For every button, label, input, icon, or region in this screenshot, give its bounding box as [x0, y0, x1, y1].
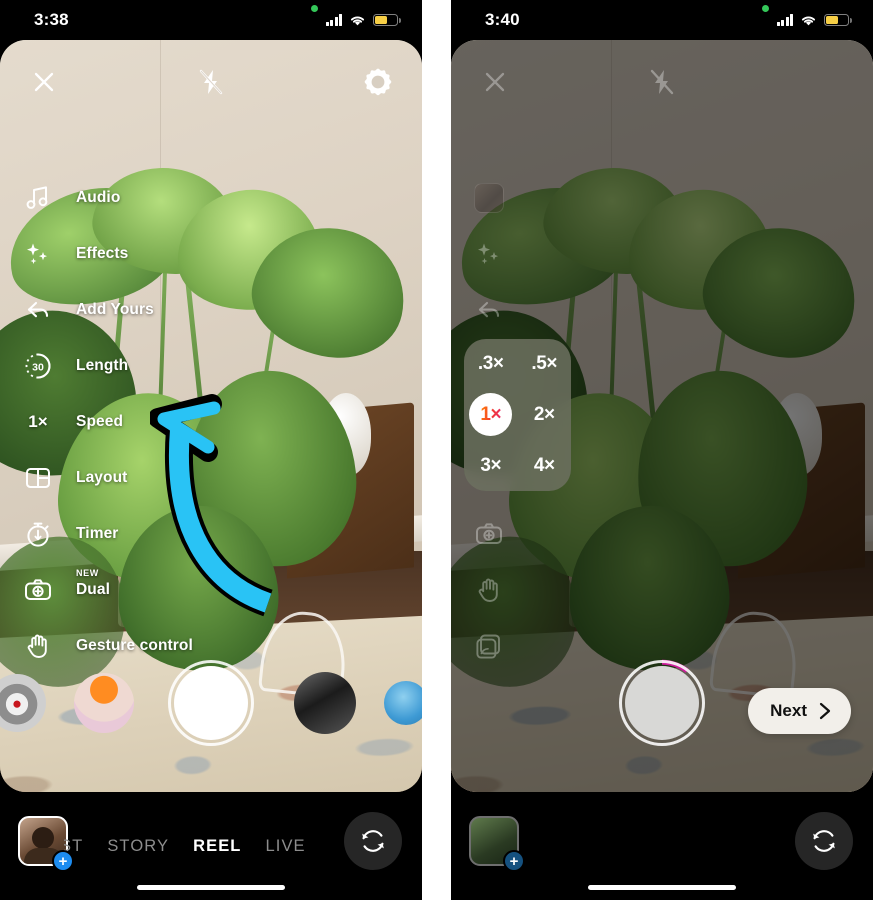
- wifi-icon: [801, 15, 816, 25]
- menu-item-audio[interactable]: [451, 170, 509, 226]
- home-indicator: [137, 884, 285, 890]
- menu-item-add-yours[interactable]: [451, 282, 509, 338]
- speed-option-4x[interactable]: 4×: [523, 444, 566, 487]
- menu-item-gesture-control[interactable]: [451, 562, 509, 618]
- menu-item-length[interactable]: 30 Length: [0, 338, 193, 394]
- speed-option-1x[interactable]: 1×: [469, 393, 513, 437]
- phone-screenshot-left: 3:38 Audio Effects Add Yours 30 Length 1…: [0, 0, 422, 900]
- sparkles-icon: [469, 234, 509, 274]
- close-icon[interactable]: [24, 62, 64, 102]
- speed-option-0-5x[interactable]: .5×: [523, 343, 566, 386]
- status-bar-right: 3:40: [451, 0, 873, 40]
- layers-icon: [469, 626, 509, 666]
- screenshot-stage: 3:38 Audio Effects Add Yours 30 Length 1…: [0, 0, 873, 900]
- camera-top-controls-left: [0, 40, 422, 124]
- menu-item-audio[interactable]: Audio: [0, 170, 193, 226]
- menu-item-label: Length: [76, 357, 129, 374]
- next-button[interactable]: Next: [748, 688, 851, 734]
- capture-mode-tabbar-left: + POST STORY REEL LIVE: [0, 792, 422, 900]
- home-indicator: [588, 884, 736, 890]
- menu-item-dual[interactable]: [451, 506, 509, 562]
- filter-thumbnail[interactable]: [74, 673, 134, 733]
- filter-thumbnail[interactable]: [384, 681, 422, 725]
- record-core: [174, 666, 248, 740]
- hand-icon: [469, 570, 509, 610]
- record-core: [625, 666, 699, 740]
- speed-selector-panel: .3× .5× 1× 2× 3× 4×: [464, 339, 571, 491]
- flash-off-icon[interactable]: [191, 62, 231, 102]
- status-icons: [325, 13, 401, 27]
- timer-icon: [18, 514, 58, 554]
- cellular-signal-icon: [776, 14, 793, 26]
- menu-item-layers[interactable]: [451, 618, 509, 674]
- record-button[interactable]: [168, 660, 254, 746]
- status-clock: 3:38: [34, 10, 69, 29]
- close-icon[interactable]: [475, 62, 515, 102]
- camera-viewport-left[interactable]: Audio Effects Add Yours 30 Length 1× Spe…: [0, 40, 422, 792]
- flash-off-icon[interactable]: [642, 62, 682, 102]
- cellular-signal-icon: [325, 14, 342, 26]
- menu-item-label: Layout: [76, 469, 128, 486]
- camera-top-controls-right: [451, 40, 873, 124]
- flip-camera-icon[interactable]: [344, 812, 402, 870]
- menu-item-label: Dual: [76, 581, 110, 598]
- speed-1x-icon: 1×: [18, 402, 58, 442]
- camera-viewport-right[interactable]: .3× .5× 1× 2× 3× 4× Next: [451, 40, 873, 792]
- phone-screenshot-right: 3:40 .3× .5× 1× 2× 3× 4× Next +: [451, 0, 873, 900]
- reply-arrow-icon: [469, 290, 509, 330]
- add-to-story-badge[interactable]: +: [503, 850, 525, 872]
- sparkles-icon: [18, 234, 58, 274]
- menu-item-layout[interactable]: Layout: [0, 450, 193, 506]
- layout-grid-icon: [18, 458, 58, 498]
- tab-live[interactable]: LIVE: [265, 837, 305, 856]
- menu-item-add-yours[interactable]: Add Yours: [0, 282, 193, 338]
- add-to-story-badge[interactable]: +: [52, 850, 74, 872]
- next-button-label: Next: [770, 701, 807, 720]
- reply-arrow-icon: [18, 290, 58, 330]
- speed-option-0-3x[interactable]: .3×: [469, 343, 512, 386]
- status-bar-left: 3:38: [0, 0, 422, 40]
- menu-item-dual[interactable]: NEW Dual: [0, 562, 193, 618]
- tab-story[interactable]: STORY: [107, 837, 169, 856]
- length-30-icon: 30: [18, 346, 58, 386]
- menu-item-label: Gesture control: [76, 637, 193, 654]
- menu-item-effects[interactable]: Effects: [0, 226, 193, 282]
- menu-item-label: Effects: [76, 245, 129, 262]
- camera-in-use-indicator: [762, 5, 769, 12]
- audio-thumbnail-icon: [469, 178, 509, 218]
- menu-item-speed[interactable]: 1× Speed: [0, 394, 193, 450]
- menu-item-label: Timer: [76, 525, 119, 542]
- new-badge: NEW: [76, 568, 99, 578]
- menu-item-timer[interactable]: Timer: [0, 506, 193, 562]
- settings-gear-icon[interactable]: [358, 62, 398, 102]
- menu-item-label: Add Yours: [76, 301, 154, 318]
- dual-camera-icon: [18, 570, 58, 610]
- record-button[interactable]: [618, 659, 706, 747]
- filter-thumbnail[interactable]: [294, 672, 356, 734]
- status-icons: [776, 13, 852, 27]
- speed-option-2x[interactable]: 2×: [523, 393, 566, 436]
- filter-thumbnail[interactable]: [0, 674, 46, 732]
- music-note-icon: [18, 178, 58, 218]
- menu-item-effects[interactable]: [451, 226, 509, 282]
- settings-gear-placeholder: [809, 62, 849, 102]
- flip-camera-icon[interactable]: [795, 812, 853, 870]
- battery-icon: [824, 13, 852, 27]
- camera-in-use-indicator: [311, 5, 318, 12]
- chevron-right-icon: [819, 702, 831, 720]
- speed-option-3x[interactable]: 3×: [469, 444, 512, 487]
- speed-current-value: 1×: [28, 412, 48, 431]
- menu-item-gesture-control[interactable]: Gesture control: [0, 618, 193, 674]
- hand-icon: [18, 626, 58, 666]
- menu-item-label: Audio: [76, 189, 121, 206]
- svg-text:30: 30: [32, 361, 44, 373]
- tab-reel[interactable]: REEL: [193, 837, 241, 856]
- creation-tools-menu: Audio Effects Add Yours 30 Length 1× Spe…: [0, 170, 193, 674]
- menu-item-label: Speed: [76, 413, 124, 430]
- capture-mode-tabbar-right: +: [451, 792, 873, 900]
- battery-icon: [373, 13, 401, 27]
- wifi-icon: [350, 15, 365, 25]
- status-clock: 3:40: [485, 10, 520, 29]
- dual-camera-icon: [469, 514, 509, 554]
